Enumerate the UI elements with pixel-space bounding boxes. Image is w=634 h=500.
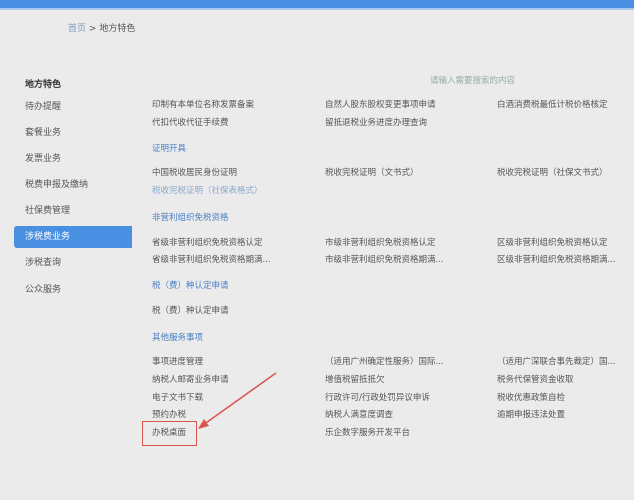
annotation-arrow-icon <box>198 372 277 429</box>
